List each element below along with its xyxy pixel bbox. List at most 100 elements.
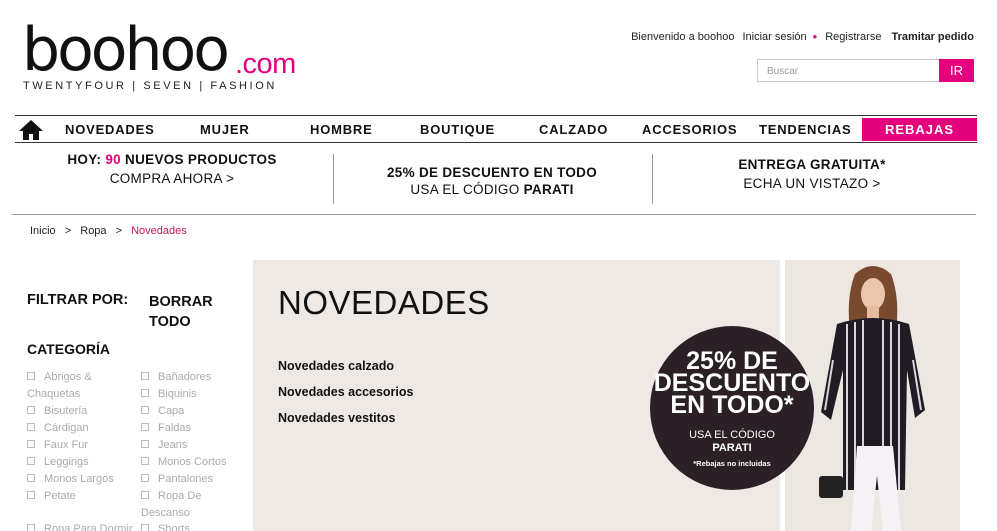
badge-line: EN TODO* bbox=[670, 391, 794, 419]
link-novedades-vestitos[interactable]: Novedades vestitos bbox=[278, 411, 395, 425]
category-checkbox[interactable]: Ropa Para Dormir bbox=[27, 521, 133, 531]
separator-dot: • bbox=[812, 29, 818, 44]
breadcrumb-ropa[interactable]: Ropa bbox=[80, 225, 106, 237]
category-checkbox[interactable]: Capa bbox=[141, 403, 184, 420]
category-label: Bañadores bbox=[158, 371, 212, 383]
nav-item-accesorios[interactable]: ACCESORIOS bbox=[642, 122, 737, 137]
nav-item-hombre[interactable]: HOMBRE bbox=[310, 122, 373, 137]
category-checkbox[interactable]: Bisutería bbox=[27, 403, 87, 420]
category-checkbox[interactable]: Abrigos & bbox=[27, 369, 92, 386]
checkbox-icon bbox=[27, 440, 35, 448]
promo-code-label: USA EL CÓDIGO bbox=[410, 182, 524, 197]
category-label: Capa bbox=[158, 405, 185, 417]
category-checkbox[interactable]: Biquinis bbox=[141, 386, 197, 403]
account-bar: Bienvenido a boohoo Iniciar sesión • Reg… bbox=[623, 29, 974, 44]
category-checkbox[interactable]: Faldas bbox=[141, 420, 191, 437]
breadcrumb-separator: > bbox=[64, 225, 72, 237]
checkbox-icon bbox=[27, 423, 35, 431]
badge-code: PARATI bbox=[712, 442, 752, 454]
checkbox-icon bbox=[141, 423, 149, 431]
checkbox-icon bbox=[141, 491, 149, 499]
checkbox-icon bbox=[27, 372, 35, 380]
clear-filters-button[interactable]: BORRAR TODO bbox=[149, 292, 239, 332]
checkbox-icon bbox=[141, 440, 149, 448]
checkbox-icon bbox=[141, 389, 149, 397]
category-label-wrap: Chaquetas bbox=[27, 386, 80, 403]
filter-title: FILTRAR POR: bbox=[27, 292, 129, 308]
nav-item-tendencias[interactable]: TENDENCIAS bbox=[759, 122, 852, 137]
logo-wordmark: boohoo bbox=[22, 15, 230, 85]
link-novedades-accesorios[interactable]: Novedades accesorios bbox=[278, 385, 414, 399]
promo-delivery-title: ENTREGA GRATUITA* bbox=[738, 157, 886, 172]
category-checkbox[interactable]: Shorts bbox=[141, 521, 190, 531]
home-icon[interactable] bbox=[18, 119, 44, 141]
category-label: Cárdigan bbox=[44, 422, 89, 434]
checkbox-icon bbox=[141, 524, 149, 531]
checkbox-icon bbox=[27, 524, 35, 531]
breadcrumb-home[interactable]: Inicio bbox=[30, 225, 56, 237]
promo-count: 90 bbox=[105, 152, 121, 167]
checkbox-icon bbox=[141, 372, 149, 380]
category-label: Abrigos & bbox=[44, 371, 92, 383]
welcome-text: Bienvenido a boohoo bbox=[631, 30, 735, 43]
checkout-link[interactable]: Tramitar pedido bbox=[891, 31, 974, 43]
category-checkbox[interactable]: Ropa De bbox=[141, 488, 201, 505]
checkbox-icon bbox=[141, 474, 149, 482]
category-label: Ropa De bbox=[158, 490, 202, 502]
category-label: Pantalones bbox=[158, 473, 214, 485]
nav-item-rebajas[interactable]: REBAJAS bbox=[862, 118, 977, 141]
category-checkbox[interactable]: Cárdigan bbox=[27, 420, 89, 437]
category-label: Jeans bbox=[158, 439, 188, 451]
section-divider bbox=[12, 214, 976, 215]
category-label: Bisutería bbox=[44, 405, 88, 417]
category-label: Descanso bbox=[141, 507, 190, 519]
checkbox-icon bbox=[141, 457, 149, 465]
checkbox-icon bbox=[27, 457, 35, 465]
promo-discount-title: 25% DE DESCUENTO EN TODO bbox=[387, 165, 597, 180]
promo-delivery-cta: ECHA UN VISTAZO > bbox=[743, 176, 881, 191]
search-button[interactable]: IR bbox=[939, 59, 974, 82]
promo-discount[interactable]: 25% DE DESCUENTO EN TODO USA EL CÓDIGO P… bbox=[372, 165, 612, 197]
category-label: Faux Fur bbox=[44, 439, 89, 451]
promo-code: PARATI bbox=[523, 182, 574, 197]
promo-text: HOY: bbox=[67, 152, 106, 167]
nav-item-mujer[interactable]: MUJER bbox=[200, 122, 250, 137]
badge-code-label: USA EL CÓDIGO bbox=[689, 429, 775, 441]
category-label: Chaquetas bbox=[27, 388, 81, 400]
badge-note: *Rebajas no incluidas bbox=[693, 459, 771, 468]
discount-badge[interactable]: 25% DE DESCUENTO EN TODO* USA EL CÓDIGO … bbox=[650, 326, 814, 490]
promo-divider bbox=[333, 154, 334, 204]
category-label: Shorts bbox=[158, 523, 190, 531]
page-title: NOVEDADES bbox=[278, 284, 490, 321]
promo-text: NUEVOS PRODUCTOS bbox=[121, 152, 277, 167]
category-checkbox[interactable]: Monos Cortos bbox=[141, 454, 226, 471]
category-label: Monos Largos bbox=[44, 473, 114, 485]
boohoo-logo[interactable]: boohoo .com TWENTYFOUR | SEVEN | FASHION bbox=[22, 15, 312, 94]
checkbox-icon bbox=[27, 491, 35, 499]
register-link[interactable]: Registrarse bbox=[825, 31, 881, 43]
breadcrumb-current: Novedades bbox=[131, 225, 187, 237]
promo-new-products[interactable]: HOY: 90 NUEVOS PRODUCTOS COMPRA AHORA > bbox=[62, 152, 282, 186]
main-nav: NOVEDADES MUJER HOMBRE BOUTIQUE CALZADO … bbox=[15, 115, 977, 143]
logo-domain: .com bbox=[235, 48, 296, 80]
category-title: CATEGORÍA bbox=[27, 341, 110, 357]
promo-free-delivery[interactable]: ENTREGA GRATUITA* ECHA UN VISTAZO > bbox=[702, 157, 922, 191]
category-checkbox[interactable]: Faux Fur bbox=[27, 437, 88, 454]
category-label: Ropa Para Dormir bbox=[44, 523, 133, 531]
category-checkbox[interactable]: Pantalones bbox=[141, 471, 213, 488]
category-checkbox[interactable]: Monos Largos bbox=[27, 471, 114, 488]
category-checkbox[interactable]: Leggings bbox=[27, 454, 89, 471]
category-checkbox[interactable]: Jeans bbox=[141, 437, 187, 454]
search-input[interactable]: Buscar bbox=[757, 59, 940, 82]
category-checkbox[interactable]: Bañadores bbox=[141, 369, 211, 386]
nav-item-novedades[interactable]: NOVEDADES bbox=[65, 122, 155, 137]
category-label: Leggings bbox=[44, 456, 89, 468]
nav-item-boutique[interactable]: BOUTIQUE bbox=[420, 122, 495, 137]
nav-item-calzado[interactable]: CALZADO bbox=[539, 122, 608, 137]
category-label: Faldas bbox=[158, 422, 192, 434]
link-novedades-calzado[interactable]: Novedades calzado bbox=[278, 359, 394, 373]
checkbox-icon bbox=[141, 406, 149, 414]
breadcrumb-separator: > bbox=[115, 225, 123, 237]
login-link[interactable]: Iniciar sesión bbox=[742, 31, 806, 43]
category-checkbox[interactable]: Petate bbox=[27, 488, 76, 505]
